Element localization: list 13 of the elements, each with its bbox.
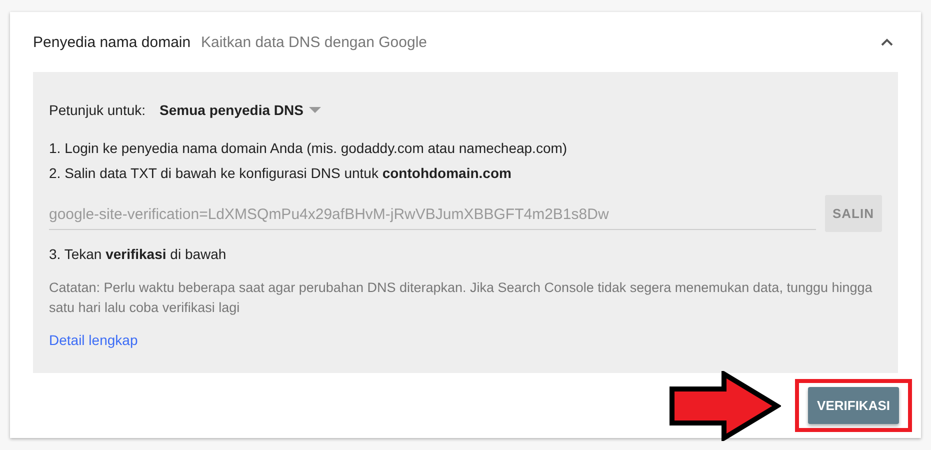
instructions-label: Petunjuk untuk: bbox=[49, 102, 146, 118]
provider-dropdown[interactable]: Semua penyedia DNS bbox=[160, 102, 322, 118]
note-text: Catatan: Perlu waktu beberapa saat agar perubahan DNS diterapkan. Jika Search Console tidak segera menemukan data, tunggu hingga satu hari lalu coba verifikasi lagi bbox=[49, 279, 874, 317]
instruction-step: 1. Login ke penyedia nama domain Anda (mis. godaddy.com atau namecheap.com) bbox=[49, 140, 882, 156]
instruction-step: 2. Salin data TXT di bawah ke konfigurasi DNS untuk contohdomain.com bbox=[49, 165, 882, 181]
details-link[interactable]: Detail lengkap bbox=[49, 332, 138, 348]
section-title: Penyedia nama domain bbox=[33, 34, 192, 50]
collapse-icon[interactable] bbox=[881, 38, 893, 46]
section-subtitle: Kaitkan data DNS dengan Google bbox=[201, 34, 428, 50]
caret-icon bbox=[309, 107, 322, 113]
instruction-step: 3. Tekan verifikasi di bawah bbox=[49, 246, 882, 262]
verify-button[interactable]: VERIFIKASI bbox=[808, 387, 899, 424]
txt-record-field[interactable]: google-site-verification=LdXMSQmPu4x29afBHvM-jRwVBJumXBBGFT4m2B1s8Dw bbox=[49, 198, 816, 230]
